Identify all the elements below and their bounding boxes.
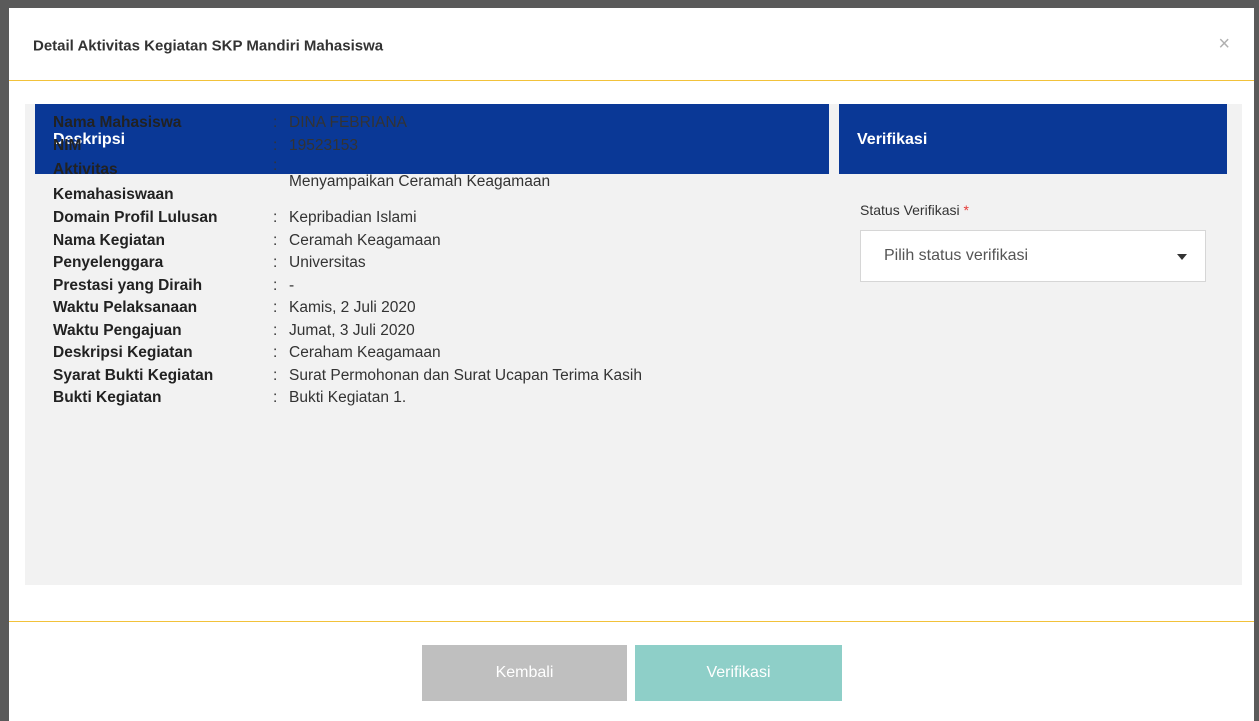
detail-label: Aktivitas Kemahasiswaan bbox=[53, 161, 174, 203]
detail-value: - bbox=[289, 276, 295, 294]
detail-row-nim: NIM : 19523153 bbox=[53, 135, 823, 158]
status-verifikasi-select[interactable]: Pilih status verifikasi bbox=[860, 230, 1206, 282]
detail-value: Ceramah Keagamaan bbox=[289, 231, 441, 249]
detail-separator: : bbox=[273, 157, 278, 174]
detail-row-penyelenggara: Penyelenggara : Universitas bbox=[53, 252, 823, 275]
verification-panel-header: Verifikasi bbox=[839, 104, 1227, 174]
select-placeholder: Pilih status verifikasi bbox=[884, 247, 1029, 264]
detail-label: Nama Mahasiswa bbox=[53, 114, 182, 131]
detail-modal: Detail Aktivitas Kegiatan SKP Mandiri Ma… bbox=[9, 8, 1254, 721]
detail-value: DINA FEBRIANA bbox=[289, 114, 407, 131]
detail-row-waktu-pengajuan: Waktu Pengajuan : Jumat, 3 Juli 2020 bbox=[53, 320, 823, 343]
detail-label: Domain Profil Lulusan bbox=[53, 209, 218, 226]
detail-row-nama-kegiatan: Nama Kegiatan : Ceramah Keagamaan bbox=[53, 230, 823, 253]
detail-label: Nama Kegiatan bbox=[53, 231, 165, 249]
detail-value: Ceraham Keagamaan bbox=[289, 344, 441, 361]
detail-label: Prestasi yang Diraih bbox=[53, 276, 203, 294]
detail-label: Waktu Pengajuan bbox=[53, 321, 182, 339]
required-mark: * bbox=[963, 202, 969, 218]
modal-title: Detail Aktivitas Kegiatan SKP Mandiri Ma… bbox=[33, 37, 384, 55]
detail-value: Jumat, 3 Juli 2020 bbox=[289, 321, 415, 339]
detail-label: Deskripsi Kegiatan bbox=[53, 344, 193, 361]
detail-value: Kamis, 2 Juli 2020 bbox=[289, 299, 416, 316]
status-verifikasi-text: Status Verifikasi bbox=[860, 202, 960, 218]
detail-label: Syarat Bukti Kegiatan bbox=[53, 366, 214, 384]
detail-label: Penyelenggara bbox=[53, 254, 164, 271]
detail-separator: : bbox=[273, 136, 278, 154]
detail-value: Menyampaikan Ceramah Keagamaan bbox=[289, 173, 551, 190]
detail-row-domain: Domain Profil Lulusan : Kepribadian Isla… bbox=[53, 207, 823, 230]
status-verifikasi-label: Status Verifikasi * bbox=[860, 202, 969, 218]
detail-list: Nama Mahasiswa : DINA FEBRIANA NIM : 195… bbox=[53, 112, 823, 410]
detail-label: NIM bbox=[53, 136, 82, 154]
detail-label: Waktu Pelaksanaan bbox=[53, 299, 198, 316]
detail-separator: : bbox=[273, 209, 278, 226]
detail-row-nama-mahasiswa: Nama Mahasiswa : DINA FEBRIANA bbox=[53, 112, 823, 135]
bukti-kegiatan-link[interactable]: Bukti Kegiatan 1. bbox=[289, 387, 406, 410]
detail-label: Bukti Kegiatan bbox=[53, 389, 162, 406]
detail-row-prestasi: Prestasi yang Diraih : - bbox=[53, 275, 823, 298]
detail-separator: : bbox=[273, 276, 278, 294]
detail-row-waktu-pelaksanaan: Waktu Pelaksanaan : Kamis, 2 Juli 2020 bbox=[53, 297, 823, 320]
detail-separator: : bbox=[273, 254, 278, 271]
detail-separator: : bbox=[273, 114, 278, 131]
modal-header: Detail Aktivitas Kegiatan SKP Mandiri Ma… bbox=[9, 8, 1254, 81]
detail-row-deskripsi: Deskripsi Kegiatan : Ceraham Keagamaan bbox=[53, 342, 823, 365]
kembali-button[interactable]: Kembali bbox=[422, 645, 627, 701]
detail-separator: : bbox=[273, 321, 278, 339]
verification-panel-title: Verifikasi bbox=[857, 131, 928, 148]
detail-separator: : bbox=[273, 344, 278, 361]
detail-separator: : bbox=[273, 366, 278, 384]
detail-value: Surat Permohonan dan Surat Ucapan Terima… bbox=[289, 366, 642, 384]
caret-down-icon bbox=[1177, 254, 1187, 260]
detail-value: Kepribadian Islami bbox=[289, 209, 417, 226]
detail-separator: : bbox=[273, 389, 278, 406]
detail-row-aktivitas: Aktivitas Kemahasiswaan : Menyampaikan C… bbox=[53, 157, 823, 207]
detail-value: 19523153 bbox=[289, 136, 358, 154]
detail-row-bukti-kegiatan: Bukti Kegiatan : Bukti Kegiatan 1. bbox=[53, 387, 823, 410]
detail-separator: : bbox=[273, 231, 278, 249]
close-icon[interactable]: × bbox=[1218, 34, 1230, 54]
detail-separator: : bbox=[273, 299, 278, 316]
verifikasi-button[interactable]: Verifikasi bbox=[635, 645, 842, 701]
detail-row-syarat-bukti: Syarat Bukti Kegiatan : Surat Permohonan… bbox=[53, 365, 823, 388]
footer-divider bbox=[9, 621, 1254, 622]
detail-value: Universitas bbox=[289, 254, 366, 271]
